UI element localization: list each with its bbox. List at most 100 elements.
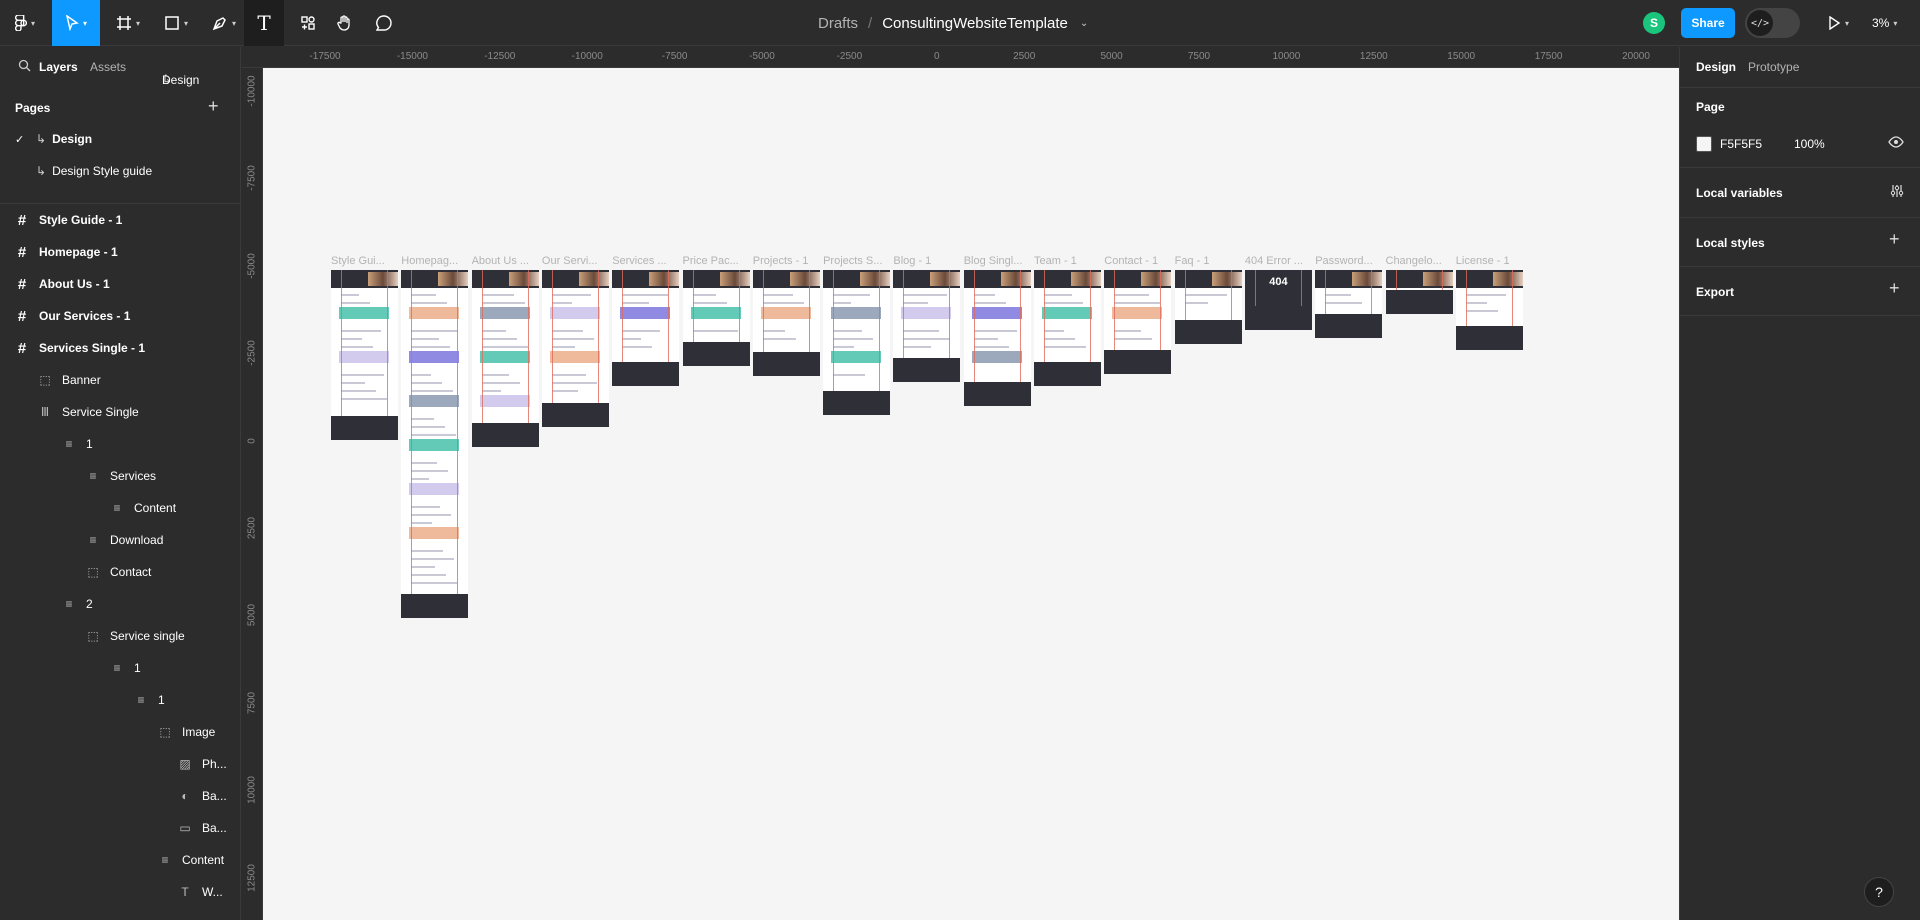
add-export-icon[interactable]: +: [1889, 278, 1900, 299]
tab-assets[interactable]: Assets: [90, 60, 126, 74]
frame-label[interactable]: Projects S...: [823, 255, 890, 267]
avatar[interactable]: S: [1643, 12, 1665, 34]
page-frame-thumbnail[interactable]: [1034, 270, 1101, 386]
frame-tool-button[interactable]: ▾: [108, 0, 148, 46]
frame-label[interactable]: Services ...: [612, 255, 679, 267]
frame-label[interactable]: License - 1: [1456, 255, 1523, 267]
thumbnail-text-line: [411, 514, 452, 516]
frame-label[interactable]: Faq - 1: [1175, 255, 1242, 267]
stack-icon: ≡: [113, 501, 121, 515]
thumbnail-content-block: [409, 483, 460, 495]
layer-item[interactable]: # Our Services - 1: [0, 300, 240, 332]
present-button[interactable]: ▾: [1818, 0, 1858, 46]
ruler-tick-label: -7500: [246, 165, 258, 192]
chevron-down-icon[interactable]: ⌄: [1080, 18, 1088, 29]
group-icon: ⬚: [87, 629, 99, 643]
layer-item[interactable]: Ⅲ Service Single: [0, 396, 240, 428]
main-menu-button[interactable]: ▾: [8, 0, 42, 46]
frame-label[interactable]: Blog - 1: [893, 255, 960, 267]
page-color-swatch[interactable]: [1696, 136, 1712, 152]
frame-label[interactable]: Style Gui...: [331, 255, 398, 267]
comment-tool-button[interactable]: [368, 0, 400, 46]
frame-label[interactable]: 404 Error ...: [1245, 255, 1312, 267]
page-color-value[interactable]: F5F5F5: [1720, 137, 1762, 151]
page-frame-thumbnail[interactable]: [471, 270, 539, 447]
file-name[interactable]: ConsultingWebsiteTemplate: [882, 15, 1068, 32]
frame-label[interactable]: Blog Singl...: [964, 255, 1031, 267]
tab-prototype[interactable]: Prototype: [1748, 60, 1799, 74]
layer-item[interactable]: ≡ Content: [0, 492, 240, 524]
frame-label[interactable]: Projects - 1: [753, 255, 820, 267]
layer-item[interactable]: ≡ Services: [0, 460, 240, 492]
layer-item[interactable]: ▨ Ph...: [0, 748, 240, 780]
page-frame-thumbnail[interactable]: [1455, 270, 1523, 350]
page-item[interactable]: ↳ Design Style guide: [0, 155, 240, 187]
hand-tool-button[interactable]: [329, 0, 361, 46]
layer-item[interactable]: ⬚ Image: [0, 716, 240, 748]
breadcrumb-project[interactable]: Drafts: [818, 15, 858, 32]
tab-layers[interactable]: Layers: [39, 60, 78, 74]
resources-button[interactable]: [292, 0, 324, 46]
thumbnail-text-line: [411, 346, 451, 348]
page-frame-thumbnail[interactable]: [612, 270, 680, 386]
frame-label[interactable]: Our Servi...: [542, 255, 609, 267]
frame-label[interactable]: Changelo...: [1386, 255, 1453, 267]
layer-item[interactable]: # Services Single - 1: [0, 332, 240, 364]
frame-label[interactable]: Price Pac...: [683, 255, 750, 267]
page-frame-thumbnail[interactable]: 404: [1244, 270, 1312, 330]
dev-mode-toggle[interactable]: </>: [1745, 8, 1800, 38]
page-frame-thumbnail[interactable]: [401, 270, 469, 618]
layer-item[interactable]: # Style Guide - 1: [0, 204, 240, 236]
layer-item[interactable]: T W...: [0, 876, 240, 908]
frame-label[interactable]: Password...: [1315, 255, 1382, 267]
layer-item[interactable]: ≡ Download: [0, 524, 240, 556]
page-frame-thumbnail[interactable]: [1104, 270, 1172, 374]
layer-item[interactable]: ≡ 1: [0, 652, 240, 684]
page-opacity-value[interactable]: 100%: [1794, 137, 1825, 151]
layer-item[interactable]: ≡ 1: [0, 428, 240, 460]
frame-label[interactable]: Team - 1: [1034, 255, 1101, 267]
layer-item[interactable]: ≡ 1: [0, 684, 240, 716]
frame-label[interactable]: Homepag...: [401, 255, 468, 267]
pen-tool-button[interactable]: ▾: [204, 0, 244, 46]
frame-label[interactable]: Contact - 1: [1104, 255, 1171, 267]
zoom-menu[interactable]: 3% ▾: [1872, 0, 1897, 46]
search-icon[interactable]: [18, 59, 31, 75]
page-frame-thumbnail[interactable]: [893, 270, 961, 382]
layer-item[interactable]: ≡ 2: [0, 588, 240, 620]
layer-item[interactable]: ≡ Content: [0, 844, 240, 876]
page-frame-thumbnail[interactable]: [1174, 270, 1242, 344]
page-frame-thumbnail[interactable]: [1385, 270, 1453, 314]
page-frame-thumbnail[interactable]: [541, 270, 609, 427]
layer-item[interactable]: ▭ Ba...: [0, 812, 240, 844]
layer-item[interactable]: # About Us - 1: [0, 268, 240, 300]
eye-icon[interactable]: [1888, 135, 1904, 154]
add-page-icon[interactable]: +: [208, 96, 219, 117]
page-frame-thumbnail[interactable]: [682, 270, 750, 366]
layer-item[interactable]: ⬚ Banner: [0, 364, 240, 396]
page-frame-thumbnail[interactable]: [823, 270, 891, 415]
layer-item[interactable]: ◐ Ba...: [0, 780, 240, 812]
page-frame-thumbnail[interactable]: [331, 270, 398, 440]
page-item[interactable]: ✓ ↳ Design: [0, 123, 240, 155]
page-frame-thumbnail[interactable]: [1315, 270, 1383, 338]
page-heading: Page: [1696, 100, 1725, 114]
layer-item[interactable]: ⬚ Contact: [0, 556, 240, 588]
layer-item[interactable]: # Homepage - 1: [0, 236, 240, 268]
page-frame-thumbnail[interactable]: [752, 270, 820, 376]
page-frame-thumbnail[interactable]: [963, 270, 1031, 406]
help-button[interactable]: ?: [1864, 877, 1894, 907]
canvas[interactable]: Style Gui... Homepag... About Us ... Our Se…: [263, 68, 1679, 920]
frame-label[interactable]: About Us ...: [472, 255, 539, 267]
text-tool-button[interactable]: T: [244, 0, 284, 46]
variables-settings-icon[interactable]: [1890, 184, 1904, 203]
tab-design[interactable]: Design: [1696, 60, 1736, 74]
add-style-icon[interactable]: +: [1889, 229, 1900, 250]
thumbnail-text-line: [411, 566, 436, 568]
layer-item[interactable]: ⬚ Service single: [0, 620, 240, 652]
share-button[interactable]: Share: [1681, 8, 1735, 38]
move-tool-button[interactable]: ▾: [52, 0, 100, 46]
thumbnail-text-line: [411, 382, 443, 384]
thumbnail-hero-image: [508, 272, 539, 286]
shape-tool-button[interactable]: ▾: [156, 0, 196, 46]
